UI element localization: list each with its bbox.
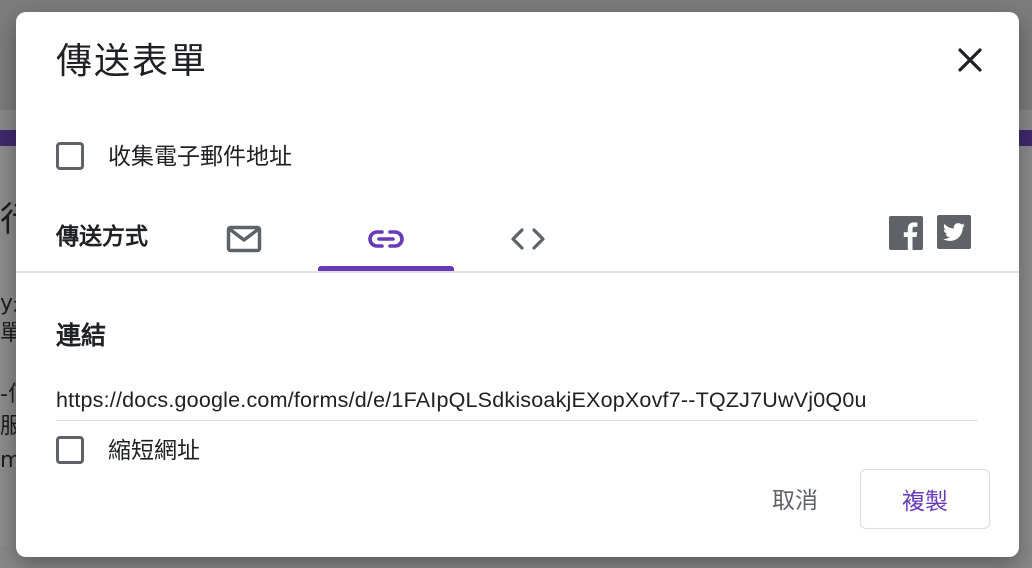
close-icon	[958, 48, 982, 72]
dialog-title: 傳送表單	[56, 41, 209, 82]
twitter-icon	[937, 215, 971, 249]
close-button[interactable]	[950, 40, 990, 80]
facebook-icon	[889, 216, 923, 250]
link-url-underline	[56, 420, 978, 421]
collect-email-label: 收集電子郵件地址	[108, 144, 292, 170]
shorten-url-checkbox[interactable]	[56, 436, 84, 464]
share-twitter-button[interactable]	[937, 215, 971, 249]
tab-embed[interactable]	[460, 208, 596, 270]
link-url-field[interactable]	[56, 382, 978, 418]
link-section-title: 連結	[56, 321, 107, 350]
copy-button[interactable]: 複製	[860, 469, 990, 529]
share-facebook-button[interactable]	[889, 216, 923, 250]
cancel-button[interactable]: 取消	[760, 478, 830, 518]
embed-code-icon	[511, 228, 545, 250]
send-form-dialog: 傳送表單 收集電子郵件地址 傳送方式 連結 https://docs.googl…	[16, 12, 1019, 557]
shorten-url-label: 縮短網址	[108, 438, 200, 464]
send-via-label: 傳送方式	[56, 224, 148, 250]
email-icon	[226, 225, 262, 253]
link-icon	[368, 230, 404, 248]
tabs-divider	[16, 271, 1019, 273]
collect-email-checkbox[interactable]	[56, 142, 84, 170]
tab-link[interactable]	[318, 208, 454, 270]
tab-email[interactable]	[176, 208, 312, 270]
